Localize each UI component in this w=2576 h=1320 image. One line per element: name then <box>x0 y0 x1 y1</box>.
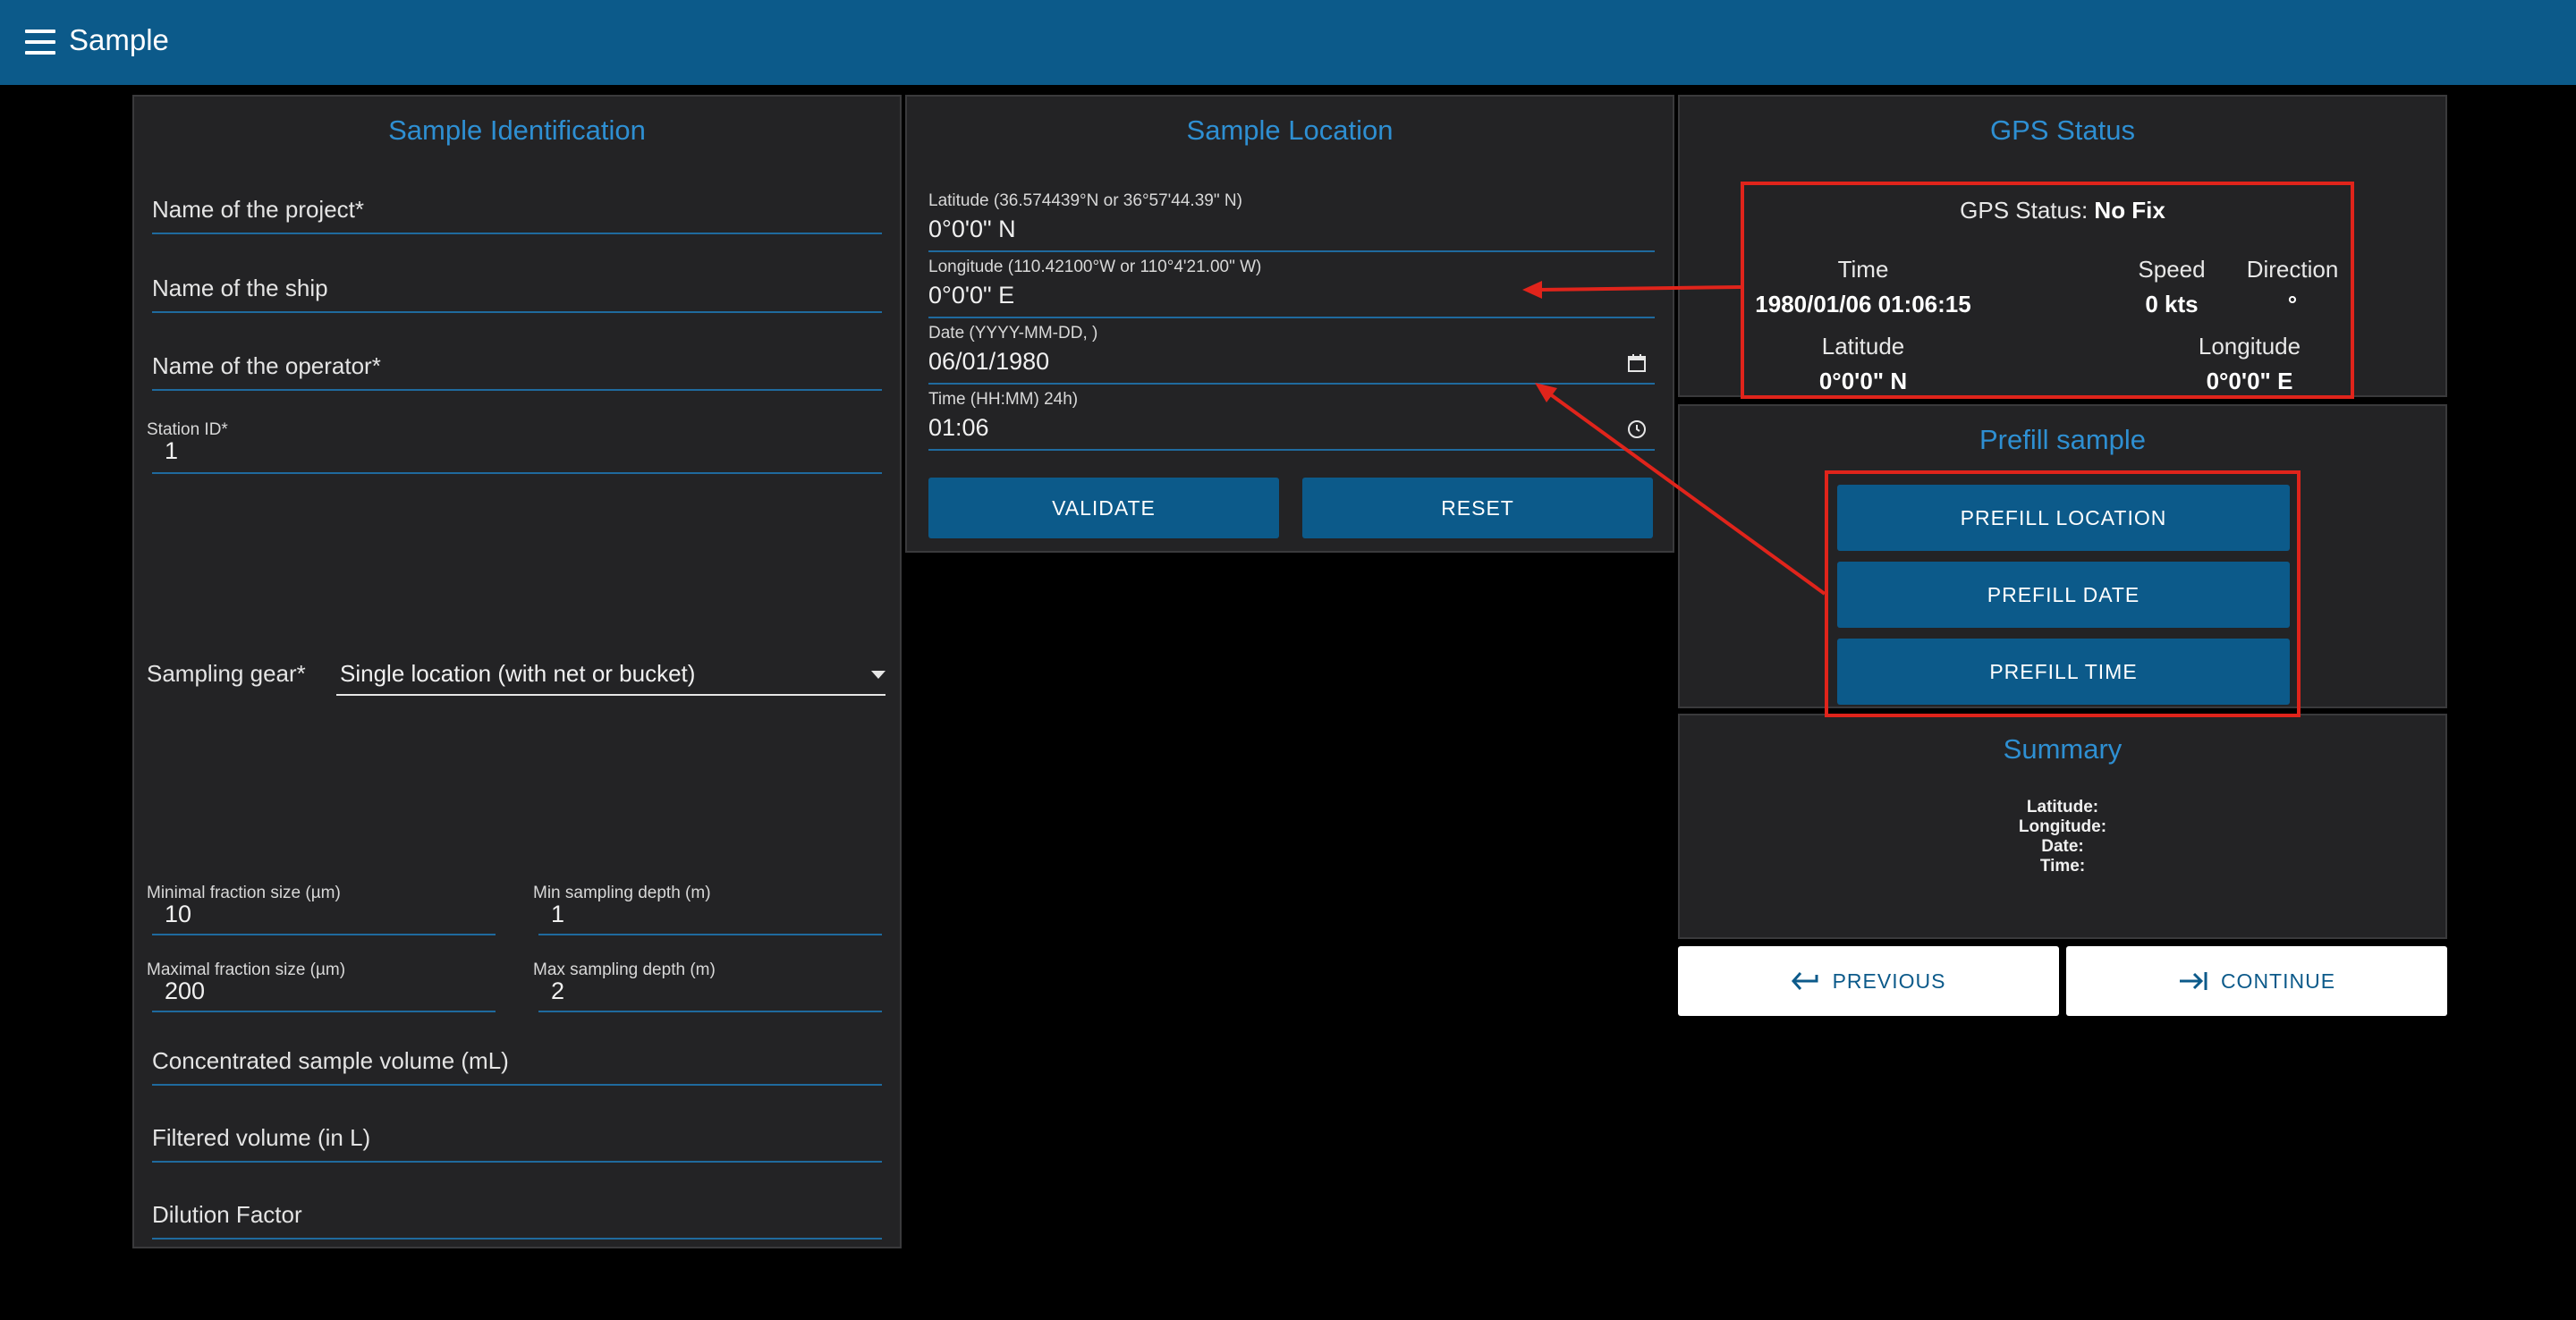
previous-label: PREVIOUS <box>1832 969 1946 993</box>
latitude-value: 0°0'0" N <box>928 216 1016 242</box>
arrow-right-to-bar-icon <box>2179 972 2207 990</box>
ship-name-field[interactable]: Name of the ship <box>152 265 882 313</box>
continue-button[interactable]: CONTINUE <box>2066 946 2447 1016</box>
sample-location-panel: Sample Location Latitude (36.574439°N or… <box>905 95 1674 553</box>
project-name-placeholder: Name of the project* <box>152 196 365 223</box>
max-depth-value: 2 <box>551 977 565 1004</box>
dropdown-arrow-icon <box>871 671 886 679</box>
summary-list: Latitude: Longitude: Date: Time: <box>1680 798 2445 876</box>
date-field[interactable]: Date (YYYY-MM-DD, ) 06/01/1980 <box>928 324 1655 385</box>
summary-date: Date: <box>2041 837 2084 856</box>
previous-button[interactable]: PREVIOUS <box>1678 946 2059 1016</box>
min-depth-value: 1 <box>551 901 565 927</box>
summary-longitude: Longitude: <box>2018 817 2107 836</box>
min-depth-field[interactable]: Min sampling depth (m) 1 <box>533 884 882 935</box>
ship-name-placeholder: Name of the ship <box>152 275 328 301</box>
dilution-factor-field[interactable]: Dilution Factor <box>152 1189 882 1240</box>
filtered-volume-placeholder: Filtered volume (in L) <box>152 1124 371 1151</box>
panel-title: Prefill sample <box>1979 424 2147 455</box>
panel-title: Sample Identification <box>388 114 646 146</box>
calendar-icon[interactable] <box>1626 352 1648 374</box>
summary-latitude: Latitude: <box>2026 798 2099 817</box>
longitude-value: 0°0'0" E <box>928 282 1015 309</box>
latitude-label: Latitude (36.574439°N or 36°57'44.39" N) <box>928 191 1242 210</box>
time-value: 01:06 <box>928 414 989 441</box>
date-value: 06/01/1980 <box>928 348 1050 375</box>
concentrated-volume-field[interactable]: Concentrated sample volume (mL) <box>152 1036 882 1086</box>
max-depth-field[interactable]: Max sampling depth (m) 2 <box>533 960 882 1012</box>
longitude-field[interactable]: Longitude (110.42100°W or 110°4'21.00" W… <box>928 258 1655 318</box>
panel-title: Summary <box>2003 733 2123 765</box>
time-field[interactable]: Time (HH:MM) 24h) 01:06 <box>928 390 1655 451</box>
concentrated-volume-placeholder: Concentrated sample volume (mL) <box>152 1047 509 1074</box>
sampling-gear-value: Single location (with net or bucket) <box>340 660 696 687</box>
max-fraction-field[interactable]: Maximal fraction size (µm) 200 <box>147 960 496 1012</box>
project-name-field[interactable]: Name of the project* <box>152 186 882 234</box>
latitude-field[interactable]: Latitude (36.574439°N or 36°57'44.39" N)… <box>928 191 1655 252</box>
operator-name-field[interactable]: Name of the operator* <box>152 343 882 391</box>
panel-title: GPS Status <box>1990 114 2135 146</box>
station-id-field[interactable]: Station ID* 1 <box>147 420 882 474</box>
gps-annotation-box <box>1741 182 2354 399</box>
date-label: Date (YYYY-MM-DD, ) <box>928 324 1098 343</box>
station-id-value: 1 <box>165 437 179 464</box>
max-fraction-value: 200 <box>165 977 206 1004</box>
sampling-gear-select[interactable]: Single location (with net or bucket) <box>336 655 886 696</box>
validate-button[interactable]: VALIDATE <box>928 478 1279 538</box>
menu-icon[interactable] <box>25 30 55 55</box>
arrow-left-icon <box>1791 972 1818 990</box>
filtered-volume-field[interactable]: Filtered volume (in L) <box>152 1113 882 1163</box>
prefill-annotation-box <box>1825 470 2301 717</box>
summary-time: Time: <box>2039 857 2086 876</box>
app-title: Sample <box>69 23 169 56</box>
dilution-factor-placeholder: Dilution Factor <box>152 1201 302 1228</box>
sampling-gear-label: Sampling gear* <box>147 660 306 687</box>
longitude-label: Longitude (110.42100°W or 110°4'21.00" W… <box>928 258 1262 276</box>
sample-identification-panel: Sample Identification Name of the projec… <box>132 95 902 1248</box>
reset-button[interactable]: RESET <box>1302 478 1653 538</box>
min-fraction-value: 10 <box>165 901 192 927</box>
operator-name-placeholder: Name of the operator* <box>152 352 381 379</box>
summary-panel: Summary Latitude: Longitude: Date: Time: <box>1678 714 2447 939</box>
app-bar: Sample <box>0 0 2576 85</box>
clock-icon[interactable] <box>1626 419 1648 440</box>
min-fraction-field[interactable]: Minimal fraction size (µm) 10 <box>147 884 496 935</box>
panel-title: Sample Location <box>1186 114 1394 146</box>
time-label: Time (HH:MM) 24h) <box>928 390 1079 409</box>
continue-label: CONTINUE <box>2220 969 2336 993</box>
station-id-label: Station ID* <box>147 420 228 439</box>
